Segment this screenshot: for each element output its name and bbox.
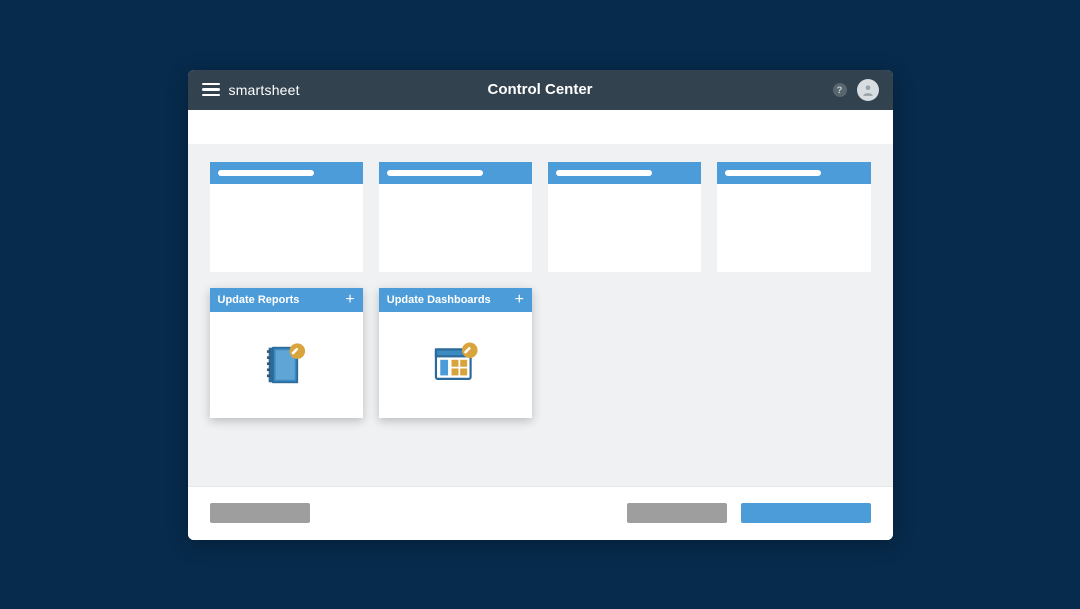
titlebar: smartsheet Control Center ? (188, 70, 893, 110)
tile-body (210, 184, 363, 272)
tile-placeholder[interactable] (717, 162, 870, 272)
tile-header (210, 162, 363, 184)
tile-title: Update Reports (218, 294, 300, 306)
help-icon[interactable]: ? (833, 83, 847, 97)
footer-secondary-button[interactable] (627, 503, 727, 523)
toolbar-spacer (188, 110, 893, 144)
tile-body (210, 312, 363, 418)
tile-placeholder[interactable] (379, 162, 532, 272)
page-title: Control Center (488, 81, 593, 98)
tile-placeholder[interactable] (548, 162, 701, 272)
plus-icon[interactable]: + (345, 292, 354, 308)
content-area: Update Reports + (188, 144, 893, 486)
tile-header (717, 162, 870, 184)
brand-label: smartsheet (229, 82, 300, 98)
tile-header (379, 162, 532, 184)
tile-body (379, 184, 532, 272)
tile-body (717, 184, 870, 272)
footer-primary-button[interactable] (741, 503, 871, 523)
menu-icon[interactable] (202, 81, 220, 99)
dashboard-edit-icon (429, 339, 481, 391)
tile-body (379, 312, 532, 418)
tile-title: Update Dashboards (387, 294, 491, 306)
tile-grid: Update Reports + (210, 162, 871, 418)
app-window: smartsheet Control Center ? (188, 70, 893, 540)
tile-body (548, 184, 701, 272)
footer (188, 486, 893, 540)
user-icon (861, 83, 875, 97)
report-edit-icon (260, 339, 312, 391)
tile-header (548, 162, 701, 184)
tile-header: Update Dashboards + (379, 288, 532, 312)
plus-icon[interactable]: + (515, 292, 524, 308)
tile-update-reports[interactable]: Update Reports + (210, 288, 363, 418)
placeholder-line (218, 170, 314, 176)
tile-placeholder[interactable] (210, 162, 363, 272)
avatar[interactable] (857, 79, 879, 101)
placeholder-line (387, 170, 483, 176)
placeholder-line (556, 170, 652, 176)
tile-header: Update Reports + (210, 288, 363, 312)
tile-update-dashboards[interactable]: Update Dashboards + (379, 288, 532, 418)
footer-back-button[interactable] (210, 503, 310, 523)
placeholder-line (725, 170, 821, 176)
titlebar-right: ? (833, 79, 879, 101)
